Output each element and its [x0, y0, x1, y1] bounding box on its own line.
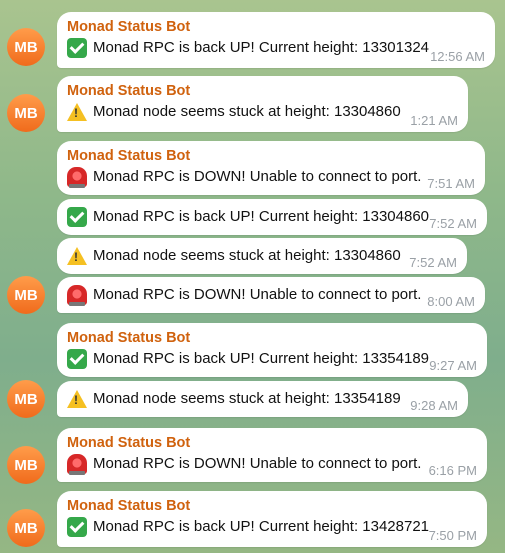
avatar[interactable]: MB [7, 446, 45, 484]
message-time: 1:21 AM [410, 113, 458, 128]
check-icon [67, 38, 87, 58]
message-text: Monad node seems stuck at height: 133048… [93, 103, 401, 120]
message-time: 12:56 AM [430, 49, 485, 64]
avatar[interactable]: MB [7, 276, 45, 314]
message-time: 6:16 PM [428, 463, 477, 478]
chat-history[interactable]: MB Monad Status Bot Monad RPC is back UP… [0, 0, 505, 553]
message-bubble[interactable]: Monad Status Bot Monad RPC is back UP! C… [57, 323, 487, 377]
message-text: Monad RPC is back UP! Current height: 13… [93, 39, 430, 56]
message-bubble[interactable]: Monad Status Bot Monad node seems stuck … [57, 76, 468, 132]
message-text: Monad RPC is back UP! Current height: 13… [93, 518, 430, 535]
message-bubble[interactable]: Monad Status Bot Monad RPC is DOWN! Unab… [57, 141, 485, 195]
message-text: Monad RPC is back UP! Current height: 13… [93, 350, 430, 367]
message-text: Monad RPC is DOWN! Unable to connect to … [93, 286, 422, 303]
message-time: 7:51 AM [427, 176, 475, 191]
avatar[interactable]: MB [7, 28, 45, 66]
message-text: Monad node seems stuck at height: 133048… [93, 247, 401, 264]
message-time: 7:52 AM [409, 255, 457, 270]
message-bubble[interactable]: Monad Status Bot Monad RPC is back UP! C… [57, 12, 495, 68]
warning-icon [67, 103, 87, 121]
sender-name[interactable]: Monad Status Bot [67, 147, 475, 165]
siren-icon [67, 167, 87, 188]
sender-name[interactable]: Monad Status Bot [67, 18, 485, 36]
warning-icon [67, 390, 87, 408]
check-icon [67, 517, 87, 537]
siren-icon [67, 454, 87, 475]
message-bubble[interactable]: Monad Status Bot Monad RPC is DOWN! Unab… [57, 428, 487, 482]
message-bubble[interactable]: Monad Status Bot Monad RPC is back UP! C… [57, 491, 487, 547]
message-time: 7:50 PM [428, 528, 477, 543]
sender-name[interactable]: Monad Status Bot [67, 434, 477, 452]
avatar[interactable]: MB [7, 94, 45, 132]
avatar[interactable]: MB [7, 380, 45, 418]
message-time: 8:00 AM [427, 294, 475, 309]
message-bubble[interactable]: Monad node seems stuck at height: 133541… [57, 381, 468, 417]
siren-icon [67, 285, 87, 306]
message-bubble[interactable]: Monad RPC is back UP! Current height: 13… [57, 199, 487, 235]
check-icon [67, 207, 87, 227]
check-icon [67, 349, 87, 369]
message-time: 7:52 AM [429, 216, 477, 231]
message-time: 9:28 AM [410, 398, 458, 413]
sender-name[interactable]: Monad Status Bot [67, 82, 458, 100]
sender-name[interactable]: Monad Status Bot [67, 497, 477, 515]
message-text: Monad RPC is DOWN! Unable to connect to … [93, 168, 422, 185]
message-bubble[interactable]: Monad node seems stuck at height: 133048… [57, 238, 467, 274]
message-time: 9:27 AM [429, 358, 477, 373]
message-bubble[interactable]: Monad RPC is DOWN! Unable to connect to … [57, 277, 485, 313]
message-text: Monad node seems stuck at height: 133541… [93, 390, 401, 407]
avatar[interactable]: MB [7, 509, 45, 547]
message-text: Monad RPC is back UP! Current height: 13… [93, 208, 430, 225]
warning-icon [67, 247, 87, 265]
message-text: Monad RPC is DOWN! Unable to connect to … [93, 455, 422, 472]
sender-name[interactable]: Monad Status Bot [67, 329, 477, 347]
